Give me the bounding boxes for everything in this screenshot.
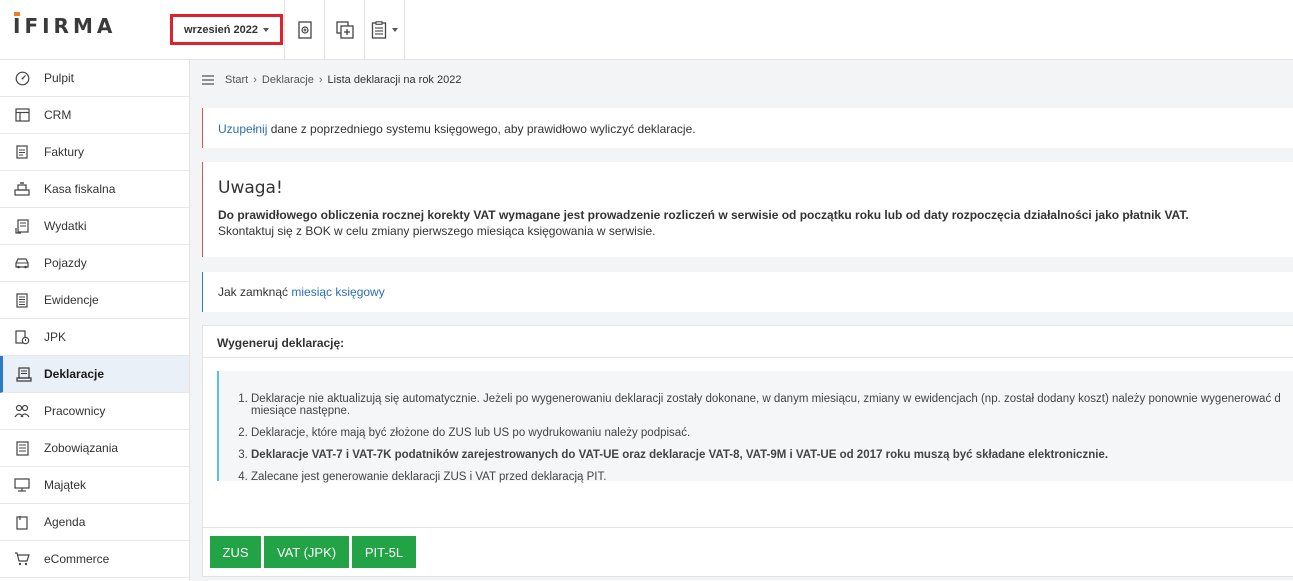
sidebar-item-label: Majątek bbox=[44, 478, 87, 492]
note-item: Deklaracje nie aktualizują się automatyc… bbox=[251, 393, 1293, 417]
sidebar-item-label: Wydatki bbox=[44, 219, 87, 233]
sidebar-item-label: eCommerce bbox=[44, 552, 110, 566]
month-selector[interactable]: wrzesień 2022 bbox=[170, 14, 283, 45]
close-month-link[interactable]: miesiąc księgowy bbox=[291, 285, 384, 299]
vat-jpk-button[interactable]: VAT (JPK) bbox=[264, 536, 349, 568]
clipboard-list-icon bbox=[371, 20, 387, 39]
warning-title: Uwaga! bbox=[218, 178, 283, 198]
note-item: Deklaracje VAT-7 i VAT-7K podatników zar… bbox=[251, 449, 1293, 461]
dashboard-icon bbox=[0, 71, 44, 86]
sidebar-item-jpk[interactable]: JPK bbox=[0, 319, 189, 356]
sidebar-item-label: Kasa fiskalna bbox=[44, 182, 116, 196]
sidebar-item-majatek[interactable]: Majątek bbox=[0, 467, 189, 504]
note-text: Deklaracje VAT-7 i VAT-7K podatników zar… bbox=[251, 449, 1109, 461]
sidebar-item-pojazdy[interactable]: Pojazdy bbox=[0, 245, 189, 282]
sidebar-item-label: JPK bbox=[44, 330, 67, 344]
car-icon bbox=[0, 257, 44, 269]
logo-accent bbox=[14, 12, 20, 16]
sidebar-item-ewidencje[interactable]: Ewidencje bbox=[0, 282, 189, 319]
main-content: Start › Deklaracje › Lista deklaracji na… bbox=[190, 60, 1293, 581]
sidebar-item-label: Agenda bbox=[44, 515, 86, 529]
sidebar-item-label: Ewidencje bbox=[44, 293, 99, 307]
document-preview-icon bbox=[297, 20, 312, 39]
document-preview-button[interactable] bbox=[284, 0, 324, 59]
expenses-icon bbox=[0, 218, 44, 234]
ifirma-logo[interactable]: IFIRMA bbox=[13, 12, 117, 38]
warning-bold-text: Do prawidłowego obliczenia rocznej korek… bbox=[218, 208, 1189, 222]
zus-button[interactable]: ZUS bbox=[210, 536, 261, 568]
chevron-down-icon bbox=[392, 27, 398, 32]
sidebar-item-faktury[interactable]: Faktury bbox=[0, 134, 189, 171]
sidebar-item-kasa-fiskalna[interactable]: Kasa fiskalna bbox=[0, 171, 189, 208]
notes-list: Deklaracje nie aktualizują się automatyc… bbox=[251, 393, 1293, 493]
sidebar-item-label: Faktury bbox=[44, 145, 85, 159]
warning-text: Skontaktuj się z BOK w celu zmiany pierw… bbox=[218, 224, 656, 238]
note-item: Deklaracje, które mają być złożone do ZU… bbox=[251, 427, 1293, 439]
declarations-icon bbox=[3, 366, 44, 382]
breadcrumb-start-link[interactable]: Start bbox=[225, 74, 248, 86]
crm-icon bbox=[0, 108, 44, 122]
hamburger-menu-icon[interactable] bbox=[202, 75, 214, 85]
employees-icon bbox=[0, 404, 44, 418]
add-document-button[interactable] bbox=[324, 0, 364, 59]
sidebar-item-deklaracje[interactable]: Deklaracje bbox=[0, 356, 189, 393]
sidebar-item-label: Zobowiązania bbox=[44, 441, 119, 455]
cash-register-icon bbox=[0, 182, 44, 196]
pit-5l-button[interactable]: PIT-5L bbox=[352, 536, 416, 568]
chevron-right-icon: › bbox=[318, 74, 323, 86]
invoice-icon bbox=[0, 145, 44, 159]
breadcrumb-current: Lista deklaracji na rok 2022 bbox=[327, 74, 462, 86]
alert-warning: Uwaga! Do prawidłowego obliczenia roczne… bbox=[202, 162, 1293, 257]
logo-text: IFIRMA bbox=[13, 14, 117, 38]
breadcrumb-deklaracje-link[interactable]: Deklaracje bbox=[262, 74, 314, 86]
month-selector-label: wrzesień 2022 bbox=[184, 23, 258, 36]
note-text: Zalecane jest generowanie deklaracji ZUS… bbox=[251, 471, 607, 483]
sidebar-item-crm[interactable]: CRM bbox=[0, 97, 189, 134]
top-bar: IFIRMA wrzesień 2022 bbox=[0, 0, 1293, 60]
sidebar-item-agenda[interactable]: Agenda bbox=[0, 504, 189, 541]
reports-menu-button[interactable] bbox=[364, 0, 405, 59]
complete-data-text: dane z poprzedniego systemu księgowego, … bbox=[267, 122, 696, 136]
sidebar-item-label: Deklaracje bbox=[44, 367, 105, 381]
chevron-right-icon: › bbox=[253, 74, 257, 86]
declaration-notes: Deklaracje nie aktualizują się automatyc… bbox=[217, 371, 1293, 483]
sidebar-item-zobowiazania[interactable]: Zobowiązania bbox=[0, 430, 189, 467]
sidebar-item-pracownicy[interactable]: Pracownicy bbox=[0, 393, 189, 430]
generate-declaration-panel: Wygeneruj deklarację: Deklaracje nie akt… bbox=[202, 325, 1293, 577]
records-icon bbox=[0, 292, 44, 308]
close-month-text: Jak zamknąć bbox=[218, 285, 292, 299]
alert-complete-data: Uzupełnij dane z poprzedniego systemu ks… bbox=[202, 108, 1293, 148]
sidebar-item-label: Pojazdy bbox=[44, 256, 87, 270]
agenda-icon bbox=[0, 515, 44, 530]
divider bbox=[203, 527, 1293, 528]
sidebar-item-label: Pulpit bbox=[44, 71, 75, 85]
liabilities-icon bbox=[0, 440, 44, 456]
alert-close-month: Jak zamknąć miesiąc księgowy bbox=[202, 272, 1293, 312]
declaration-buttons: ZUS VAT (JPK) PIT-5L bbox=[210, 536, 416, 568]
breadcrumb: Start › Deklaracje › Lista deklaracji na… bbox=[202, 74, 461, 86]
complete-data-link[interactable]: Uzupełnij bbox=[218, 122, 267, 136]
sidebar-item-wydatki[interactable]: Wydatki bbox=[0, 208, 189, 245]
sidebar-item-label: Pracownicy bbox=[44, 404, 106, 418]
chevron-down-icon bbox=[263, 27, 269, 32]
note-item: Zalecane jest generowanie deklaracji ZUS… bbox=[251, 471, 1293, 483]
sidebar-item-label: CRM bbox=[44, 108, 72, 122]
panel-title: Wygeneruj deklarację: bbox=[203, 326, 1293, 358]
add-copy-icon bbox=[335, 20, 354, 39]
sidebar: Pulpit CRM Faktury Kasa fiskalna Wydatki… bbox=[0, 60, 190, 581]
assets-icon bbox=[0, 478, 44, 492]
note-text: Deklaracje nie aktualizują się automatyc… bbox=[251, 393, 1281, 405]
jpk-icon bbox=[0, 329, 44, 345]
note-text-cont: miesiące następne. bbox=[251, 405, 351, 417]
cart-icon bbox=[0, 552, 44, 566]
sidebar-item-ecommerce[interactable]: eCommerce bbox=[0, 541, 189, 578]
sidebar-item-pulpit[interactable]: Pulpit bbox=[0, 60, 189, 97]
note-text: Deklaracje, które mają być złożone do ZU… bbox=[251, 427, 691, 439]
